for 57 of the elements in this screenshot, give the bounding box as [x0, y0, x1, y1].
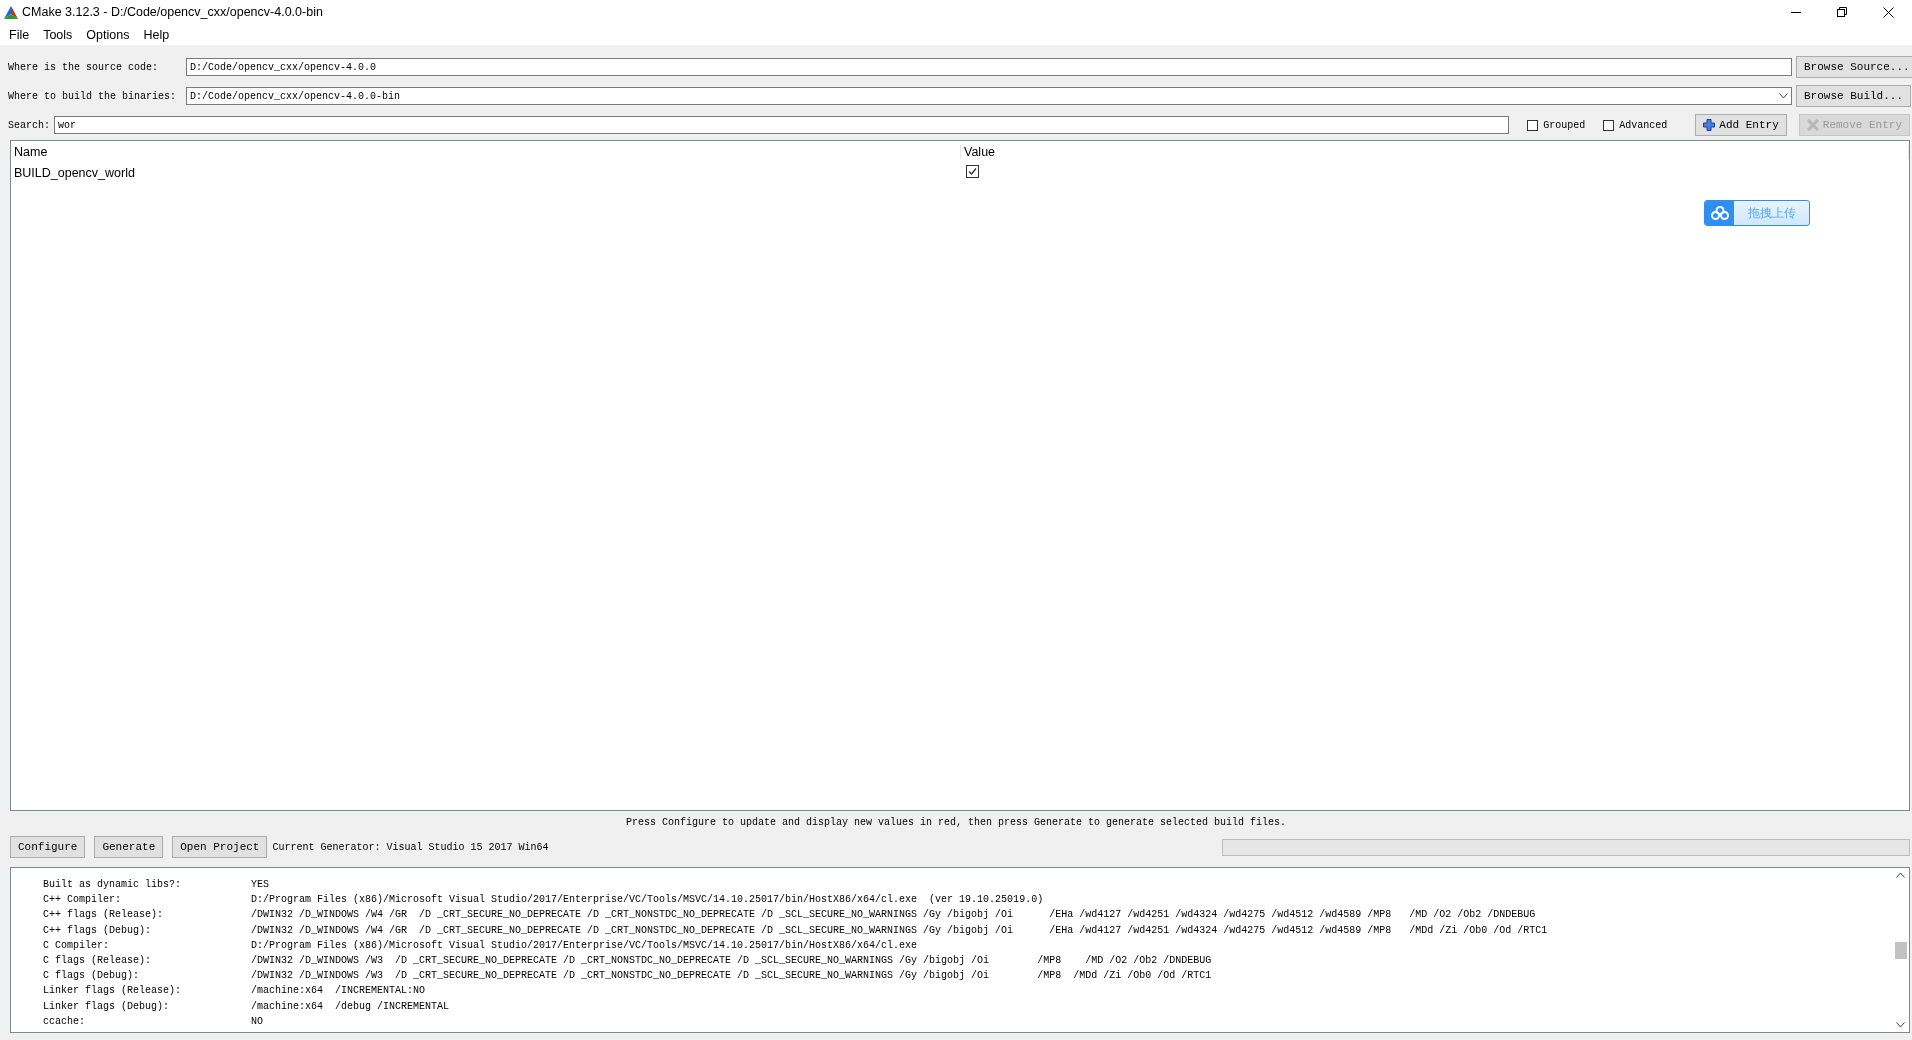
- checkbox[interactable]: [1603, 119, 1615, 131]
- log-key: Linker flags (Debug):: [43, 1000, 251, 1012]
- chevron-down-icon[interactable]: [1896, 1022, 1905, 1028]
- log-key: C Compiler:: [43, 939, 251, 951]
- generator-label: Current Generator: Visual Studio 15 2017 Win64: [272, 841, 550, 853]
- scrollbar-thumb[interactable]: [1894, 941, 1907, 959]
- log-value: /DWIN32 /D_WINDOWS /W4 /GR /D _CRT_SECURE_NO_DEPRECATE /D _CRT_NONSTDC_NO_DEPRECATE /D _SCL_SECURE_NO_WARNINGS /Gy /bigobj /Oi /EHa /wd4127 /wd4251 /wd4324 /wd4275 /wd4512 /wd4589 /MP8 /MD /O2 /Ob2 /DNDEBUG: [251, 909, 1537, 921]
- checkbox-label[interactable]: Grouped: [1543, 119, 1586, 131]
- table-cell-text: BUILD_opencv_world: [13, 165, 136, 180]
- column-header[interactable]: Value: [961, 144, 1909, 159]
- cross-icon: [1806, 119, 1819, 131]
- checkbox[interactable]: [1527, 119, 1539, 131]
- browse-button[interactable]: Browse Build...: [1796, 85, 1912, 107]
- chevron-up-icon[interactable]: [1896, 872, 1905, 878]
- menu-item[interactable]: File: [2, 27, 37, 42]
- field-label: Where to build the binaries:: [8, 90, 178, 102]
- plus-icon: [1703, 119, 1716, 131]
- column-header[interactable]: Name: [11, 144, 961, 159]
- log-value: D:/Program Files (x86)/Microsoft Visual Studio/2017/Enterprise/VC/Tools/MSVC/14.10.25017/bin/HostX86/x64/cl.exe (ver 19.10.25019.0): [251, 894, 1045, 906]
- log-value: NO: [251, 1015, 264, 1027]
- restore-icon[interactable]: [1837, 6, 1847, 17]
- path-combo-box[interactable]: D:/Code/opencv_cxx/opencv-4.0.0-bin: [186, 87, 1792, 105]
- log-value: /DWIN32 /D_WINDOWS /W3 /D _CRT_SECURE_NO_DEPRECATE /D _CRT_NONSTDC_NO_DEPRECATE /D _SCL_SECURE_NO_WARNINGS /Gy /bigobj /Oi /MP8 /MDd /Zi /Ob0 /Od /RTC1: [251, 970, 1213, 982]
- menu-item[interactable]: Options: [79, 27, 137, 42]
- field-label: Where is the source code:: [8, 61, 160, 73]
- window-title: CMake 3.12.3 - D:/Code/opencv_cxx/opencv-4.0.0-bin: [22, 5, 324, 19]
- value-checkbox[interactable]: [966, 165, 979, 178]
- log-value: /machine:x64 /INCREMENTAL:NO: [251, 985, 427, 997]
- log-value: /DWIN32 /D_WINDOWS /W3 /D _CRT_SECURE_NO_DEPRECATE /D _CRT_NONSTDC_NO_DEPRECATE /D _SCL_SECURE_NO_WARNINGS /Gy /bigobj /Oi /MP8 /MD /O2 /Ob2 /DNDEBUG: [251, 955, 1213, 967]
- browse-button[interactable]: Browse Source...: [1796, 56, 1912, 78]
- log-key: C++ flags (Release):: [43, 909, 251, 921]
- action-button[interactable]: Generate: [94, 836, 164, 858]
- search-field[interactable]: wor: [54, 116, 1510, 134]
- add-entry-button[interactable]: Add Entry: [1695, 114, 1787, 136]
- action-button[interactable]: Open Project: [172, 836, 268, 858]
- chevron-down-icon[interactable]: [1779, 93, 1788, 99]
- log-value: /DWIN32 /D_WINDOWS /W4 /GR /D _CRT_SECURE_NO_DEPRECATE /D _CRT_NONSTDC_NO_DEPRECATE /D _SCL_SECURE_NO_WARNINGS /Gy /bigobj /Oi /EHa /wd4127 /wd4251 /wd4324 /wd4275 /wd4512 /wd4589 /MP8 /MDd /Zi /Ob0 /Od /RTC1: [251, 924, 1549, 936]
- triangle-logo-icon: [4, 5, 18, 19]
- checkbox-label[interactable]: Advanced: [1619, 119, 1668, 131]
- action-button[interactable]: Configure: [10, 836, 86, 858]
- log-key: C flags (Debug):: [43, 970, 251, 982]
- path-input-field[interactable]: D:/Code/opencv_cxx/opencv-4.0.0: [186, 58, 1792, 76]
- log-key: ccache:: [43, 1015, 251, 1027]
- menu-item[interactable]: Tools: [36, 27, 80, 42]
- log-key: C++ flags (Debug):: [43, 924, 251, 936]
- field-label: Search:: [8, 119, 50, 131]
- cloud-icon: [1710, 206, 1729, 220]
- log-key: C flags (Release):: [43, 955, 251, 967]
- close-icon[interactable]: [1883, 6, 1894, 18]
- log-key: Linker flags (Release):: [43, 985, 251, 997]
- hint-text: Press Configure to update and display new values in red, then press Generate to generate selected build files.: [624, 816, 1288, 830]
- menu-item[interactable]: Help: [136, 27, 177, 42]
- log-value: YES: [251, 879, 270, 891]
- log-value: /machine:x64 /debug /INCREMENTAL: [251, 1000, 451, 1012]
- log-key: Built as dynamic libs?:: [43, 879, 251, 891]
- log-value: D:/Program Files (x86)/Microsoft Visual Studio/2017/Enterprise/VC/Tools/MSVC/14.10.25017/bin/HostX86/x64/cl.exe: [251, 939, 919, 951]
- log-key: C++ Compiler:: [43, 894, 251, 906]
